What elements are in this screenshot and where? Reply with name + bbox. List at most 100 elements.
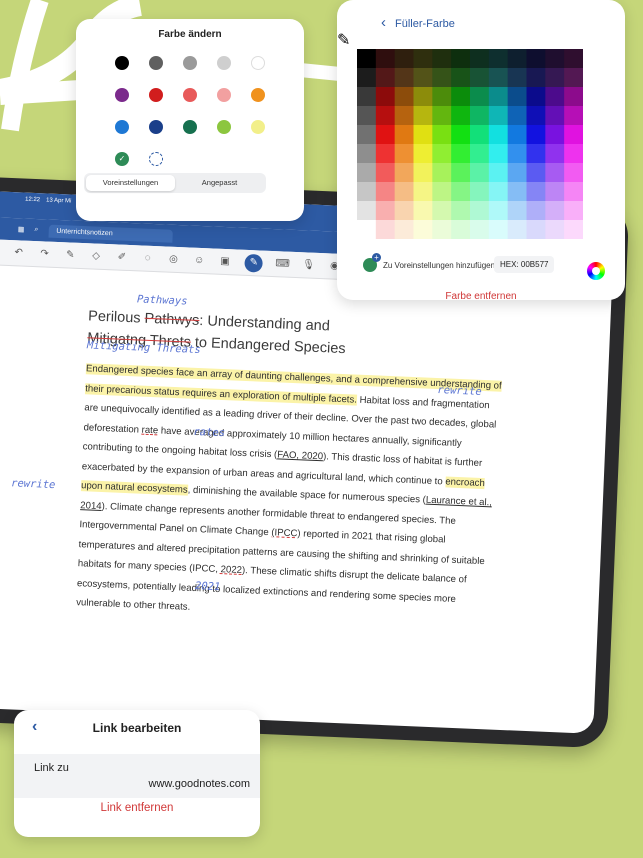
color-grid-cell[interactable]	[413, 182, 433, 202]
color-grid-cell[interactable]	[507, 144, 527, 164]
color-grid-cell[interactable]	[564, 125, 584, 145]
color-grid-cell[interactable]	[507, 49, 527, 69]
color-grid-cell[interactable]	[432, 163, 452, 183]
chevron-left-icon[interactable]: ‹	[32, 718, 37, 736]
color-grid-cell[interactable]	[507, 68, 527, 88]
color-grid-cell[interactable]	[357, 182, 377, 202]
color-swatch[interactable]	[115, 88, 129, 102]
color-grid-cell[interactable]	[526, 106, 546, 126]
color-swatch[interactable]	[149, 56, 163, 70]
color-grid-cell[interactable]	[507, 163, 527, 183]
color-grid-cell[interactable]	[394, 49, 414, 69]
color-grid-cell[interactable]	[451, 125, 471, 145]
color-grid-cell[interactable]	[394, 106, 414, 126]
color-grid-cell[interactable]	[545, 125, 565, 145]
color-grid-cell[interactable]	[451, 220, 471, 240]
color-grid-cell[interactable]	[394, 201, 414, 221]
color-grid-cell[interactable]	[357, 163, 377, 183]
color-grid-cell[interactable]	[564, 106, 584, 126]
color-grid-cell[interactable]	[526, 49, 546, 69]
color-grid-cell[interactable]	[488, 106, 509, 126]
color-grid-cell[interactable]	[413, 87, 433, 107]
color-grid-cell[interactable]	[470, 144, 490, 164]
remove-link-button[interactable]: Link entfernen	[14, 802, 260, 814]
color-grid-cell[interactable]	[488, 68, 509, 88]
color-grid-cell[interactable]	[375, 220, 396, 240]
chevron-left-icon[interactable]: ‹	[381, 14, 386, 31]
color-grid-cell[interactable]	[564, 144, 584, 164]
color-grid-cell[interactable]	[375, 87, 396, 107]
image-icon[interactable]: ▣	[219, 255, 231, 267]
color-grid-cell[interactable]	[375, 163, 396, 183]
color-grid-cell[interactable]	[432, 68, 452, 88]
color-grid-cell[interactable]	[488, 163, 509, 183]
color-grid-cell[interactable]	[375, 182, 396, 202]
search-icon[interactable]: ⌕	[34, 226, 38, 234]
color-grid-cell[interactable]	[545, 87, 565, 107]
color-swatch[interactable]	[183, 56, 197, 70]
color-grid-cell[interactable]	[413, 49, 433, 69]
color-grid-cell[interactable]	[488, 87, 509, 107]
color-grid-cell[interactable]	[488, 220, 509, 240]
color-grid-cell[interactable]	[357, 201, 377, 221]
color-grid-cell[interactable]	[451, 201, 471, 221]
color-grid-cell[interactable]	[526, 220, 546, 240]
color-swatch[interactable]	[149, 120, 163, 134]
color-grid-cell[interactable]	[470, 201, 490, 221]
color-swatch[interactable]	[115, 120, 129, 134]
color-grid-cell[interactable]	[545, 144, 565, 164]
color-grid-cell[interactable]	[451, 106, 471, 126]
color-grid-cell[interactable]	[507, 220, 527, 240]
color-grid-cell[interactable]	[357, 87, 377, 107]
color-swatch[interactable]	[217, 56, 231, 70]
color-grid-cell[interactable]	[470, 125, 490, 145]
eyedropper-icon[interactable]: ✎	[337, 32, 350, 49]
color-grid-cell[interactable]	[394, 87, 414, 107]
color-grid-cell[interactable]	[470, 182, 490, 202]
pencil-active-icon[interactable]: ✎	[244, 253, 264, 273]
color-grid-cell[interactable]	[564, 182, 584, 202]
color-grid-cell[interactable]	[564, 68, 584, 88]
color-grid-cell[interactable]	[432, 87, 452, 107]
color-grid-cell[interactable]	[488, 49, 509, 69]
color-grid-cell[interactable]	[507, 182, 527, 202]
color-grid-cell[interactable]	[470, 106, 490, 126]
color-swatch[interactable]	[149, 88, 163, 102]
color-grid-cell[interactable]	[545, 220, 565, 240]
back-link[interactable]: Füller-Farbe	[395, 18, 455, 30]
color-grid-cell[interactable]	[564, 163, 584, 183]
highlighter-icon[interactable]: ✐	[116, 251, 128, 263]
grid-icon[interactable]: ▦	[18, 225, 25, 233]
color-grid-cell[interactable]	[413, 144, 433, 164]
color-grid-cell[interactable]	[526, 201, 546, 221]
color-grid-cell[interactable]	[545, 49, 565, 69]
color-grid-cell[interactable]	[432, 125, 452, 145]
color-grid-cell[interactable]	[526, 125, 546, 145]
add-swatch-icon[interactable]	[363, 253, 381, 272]
color-grid-cell[interactable]	[451, 163, 471, 183]
add-color-icon[interactable]	[149, 152, 163, 166]
color-grid-cell[interactable]	[470, 220, 490, 240]
segment-custom[interactable]: Angepasst	[175, 175, 264, 191]
color-grid-cell[interactable]	[357, 125, 377, 145]
color-grid-cell[interactable]	[545, 182, 565, 202]
color-grid-cell[interactable]	[394, 182, 414, 202]
color-grid-cell[interactable]	[545, 163, 565, 183]
color-grid-cell[interactable]	[413, 125, 433, 145]
add-to-presets-row[interactable]: Zu Voreinstellungen hinzufügen	[363, 253, 495, 272]
color-grid-cell[interactable]	[413, 220, 433, 240]
color-grid-cell[interactable]	[375, 68, 396, 88]
color-grid-cell[interactable]	[488, 182, 509, 202]
color-grid-cell[interactable]	[564, 220, 584, 240]
redo-icon[interactable]: ↷	[38, 248, 50, 260]
color-grid-cell[interactable]	[375, 49, 396, 69]
segment-presets[interactable]: Voreinstellungen	[86, 175, 175, 191]
color-swatch[interactable]	[251, 56, 265, 70]
link-field-value[interactable]: www.goodnotes.com	[149, 778, 251, 790]
color-grid-cell[interactable]	[375, 106, 396, 126]
color-grid-cell[interactable]	[394, 220, 414, 240]
color-grid-cell[interactable]	[488, 125, 509, 145]
color-grid-cell[interactable]	[507, 106, 527, 126]
color-grid-cell[interactable]	[357, 106, 377, 126]
color-grid-cell[interactable]	[451, 87, 471, 107]
